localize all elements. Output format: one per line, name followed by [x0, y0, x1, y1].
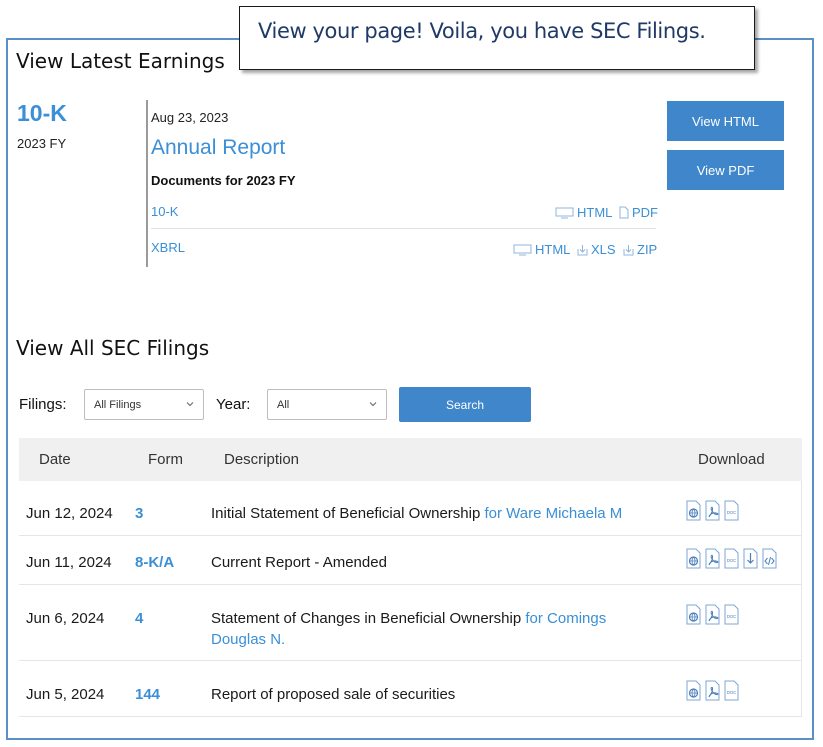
html-file-icon[interactable] — [685, 604, 702, 625]
row-description-text: Report of proposed sale of securities — [211, 686, 456, 703]
svg-text:DOC: DOC — [727, 510, 736, 515]
file-icon — [619, 206, 629, 219]
row-form-link[interactable]: 4 — [135, 610, 143, 627]
doc-xbrl-xls-link[interactable]: XLS — [577, 242, 616, 257]
pdf-file-icon[interactable] — [704, 548, 721, 569]
xbrl-file-icon[interactable] — [761, 548, 778, 569]
format-label: HTML — [535, 242, 571, 257]
row-form-link[interactable]: 144 — [135, 686, 160, 703]
row-description-text: Current Report - Amended — [211, 554, 387, 571]
header-date: Date — [39, 451, 71, 468]
pdf-file-icon[interactable] — [704, 680, 721, 701]
doc-xbrl-zip-link[interactable]: ZIP — [623, 242, 657, 257]
monitor-icon — [555, 207, 574, 218]
download-icon — [577, 244, 588, 255]
search-button[interactable]: Search — [399, 387, 531, 422]
row-edge — [801, 536, 802, 584]
svg-text:DOC: DOC — [727, 558, 736, 563]
html-file-icon[interactable] — [685, 548, 702, 569]
table-row: Jun 5, 2024 144 Report of proposed sale … — [19, 661, 802, 717]
table-row: Jun 12, 2024 3 Initial Statement of Bene… — [19, 481, 802, 536]
download-icon — [623, 244, 634, 255]
header-form: Form — [148, 451, 183, 468]
year-select-value: All — [277, 398, 290, 411]
doc-file-icon[interactable]: DOC — [723, 500, 740, 521]
row-date: Jun 5, 2024 — [26, 686, 105, 703]
row-description: Statement of Changes in Beneficial Owner… — [211, 608, 651, 650]
chevron-down-icon — [186, 402, 194, 407]
format-label: ZIP — [637, 242, 658, 257]
latest-form-type: 10-K — [17, 100, 67, 126]
latest-earnings-title: View Latest Earnings — [16, 49, 225, 73]
table-row: Jun 6, 2024 4 Statement of Changes in Be… — [19, 585, 802, 661]
filings-select[interactable]: All Filings — [84, 389, 204, 420]
row-date: Jun 6, 2024 — [26, 610, 105, 627]
year-label: Year: — [216, 396, 251, 413]
doc-link-10k[interactable]: 10-K — [151, 204, 178, 219]
latest-filing-date: Aug 23, 2023 — [151, 110, 229, 125]
row-edge — [801, 585, 802, 660]
download-icons: DOC — [685, 680, 740, 701]
filings-label: Filings: — [19, 396, 67, 413]
row-form-link[interactable]: 8-K/A — [135, 554, 174, 571]
svg-text:DOC: DOC — [727, 690, 736, 695]
svg-text:DOC: DOC — [727, 614, 736, 619]
report-title-link[interactable]: Annual Report — [151, 136, 285, 160]
html-file-icon[interactable] — [685, 680, 702, 701]
doc-10k-pdf-link[interactable]: PDF — [619, 205, 658, 220]
doc-file-icon[interactable]: DOC — [723, 604, 740, 625]
documents-heading: Documents for 2023 FY — [151, 173, 296, 188]
doc-separator — [151, 228, 656, 229]
view-pdf-button[interactable]: View PDF — [667, 150, 784, 190]
row-description: Current Report - Amended — [211, 552, 661, 573]
download-icons: DOC — [685, 548, 778, 569]
pdf-file-icon[interactable] — [704, 604, 721, 625]
table-row: Jun 11, 2024 8-K/A Current Report - Amen… — [19, 536, 802, 585]
format-label: HTML — [577, 205, 613, 220]
zip-file-icon[interactable] — [742, 548, 759, 569]
callout-text: View your page! Voila, you have SEC Fili… — [258, 19, 706, 43]
row-owner-link[interactable]: for Ware Michaela M — [484, 505, 622, 522]
format-label: PDF — [632, 205, 658, 220]
header-description: Description — [224, 451, 300, 468]
chevron-down-icon — [369, 402, 377, 407]
row-edge — [801, 481, 802, 535]
doc-link-xbrl[interactable]: XBRL — [151, 240, 185, 255]
callout-box: View your page! Voila, you have SEC Fili… — [239, 6, 755, 70]
row-date: Jun 11, 2024 — [26, 554, 112, 571]
row-description: Initial Statement of Beneficial Ownershi… — [211, 503, 661, 524]
download-icons: DOC — [685, 500, 740, 521]
filings-table-header: Date Form Description Download — [19, 438, 802, 481]
doc-10k-html-link[interactable]: HTML — [555, 205, 612, 220]
header-download: Download — [698, 451, 765, 468]
row-date: Jun 12, 2024 — [26, 505, 113, 522]
filings-select-value: All Filings — [94, 398, 142, 411]
row-description-text: Statement of Changes in Beneficial Owner… — [211, 610, 522, 627]
divider — [146, 100, 148, 267]
all-filings-title: View All SEC Filings — [16, 336, 210, 360]
doc-file-icon[interactable]: DOC — [723, 680, 740, 701]
doc-xbrl-html-link[interactable]: HTML — [513, 242, 570, 257]
download-icons: DOC — [685, 604, 740, 625]
year-select[interactable]: All — [267, 389, 387, 420]
monitor-icon — [513, 244, 532, 255]
format-label: XLS — [591, 242, 616, 257]
doc-file-icon[interactable]: DOC — [723, 548, 740, 569]
row-description: Report of proposed sale of securities — [211, 684, 661, 705]
pdf-file-icon[interactable] — [704, 500, 721, 521]
view-html-button[interactable]: View HTML — [667, 101, 784, 141]
latest-fiscal-year: 2023 FY — [17, 136, 67, 151]
html-file-icon[interactable] — [685, 500, 702, 521]
row-form-link[interactable]: 3 — [135, 505, 143, 522]
row-description-text: Initial Statement of Beneficial Ownershi… — [211, 505, 481, 522]
row-edge — [801, 661, 802, 716]
